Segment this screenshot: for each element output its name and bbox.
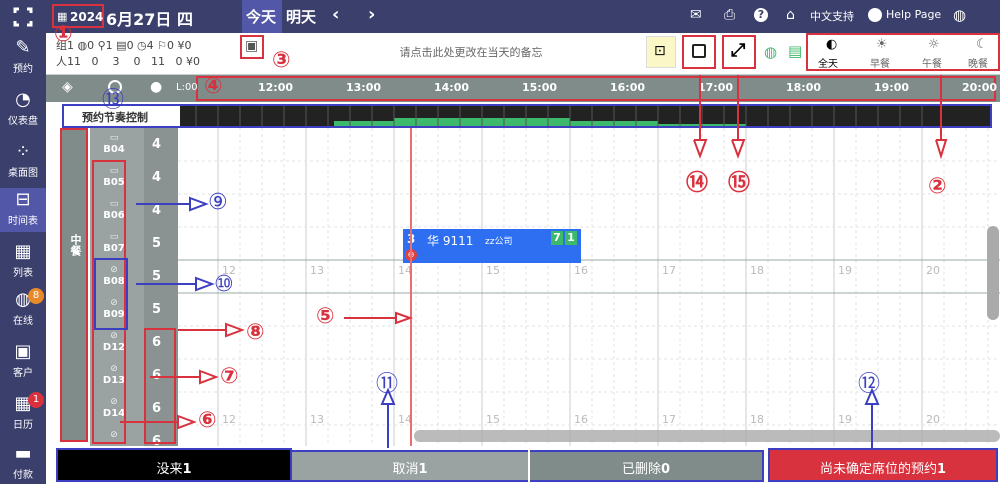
arrow-9 (136, 196, 209, 212)
arrow-12 (864, 387, 880, 448)
arrow-8 (178, 322, 245, 338)
annotation-arrows (120, 75, 948, 448)
timeline-app: ✎ 预约 ◔ 仪表盘 ⁘ 桌面图 ⊟ 时间表 ▦ 列表 ◍ 在线 8 ▣ 客户 ▦ 日历 1 ▬ 付款 ▦ 2024 … (0, 0, 1000, 484)
arrow-10 (136, 276, 215, 292)
arrow-15 (731, 75, 746, 159)
arrow-11 (380, 387, 396, 448)
arrow-2 (935, 75, 948, 160)
arrow-14 (693, 75, 708, 159)
arrow-6 (120, 414, 197, 430)
arrow-5 (344, 311, 413, 325)
arrow-7 (150, 369, 219, 385)
